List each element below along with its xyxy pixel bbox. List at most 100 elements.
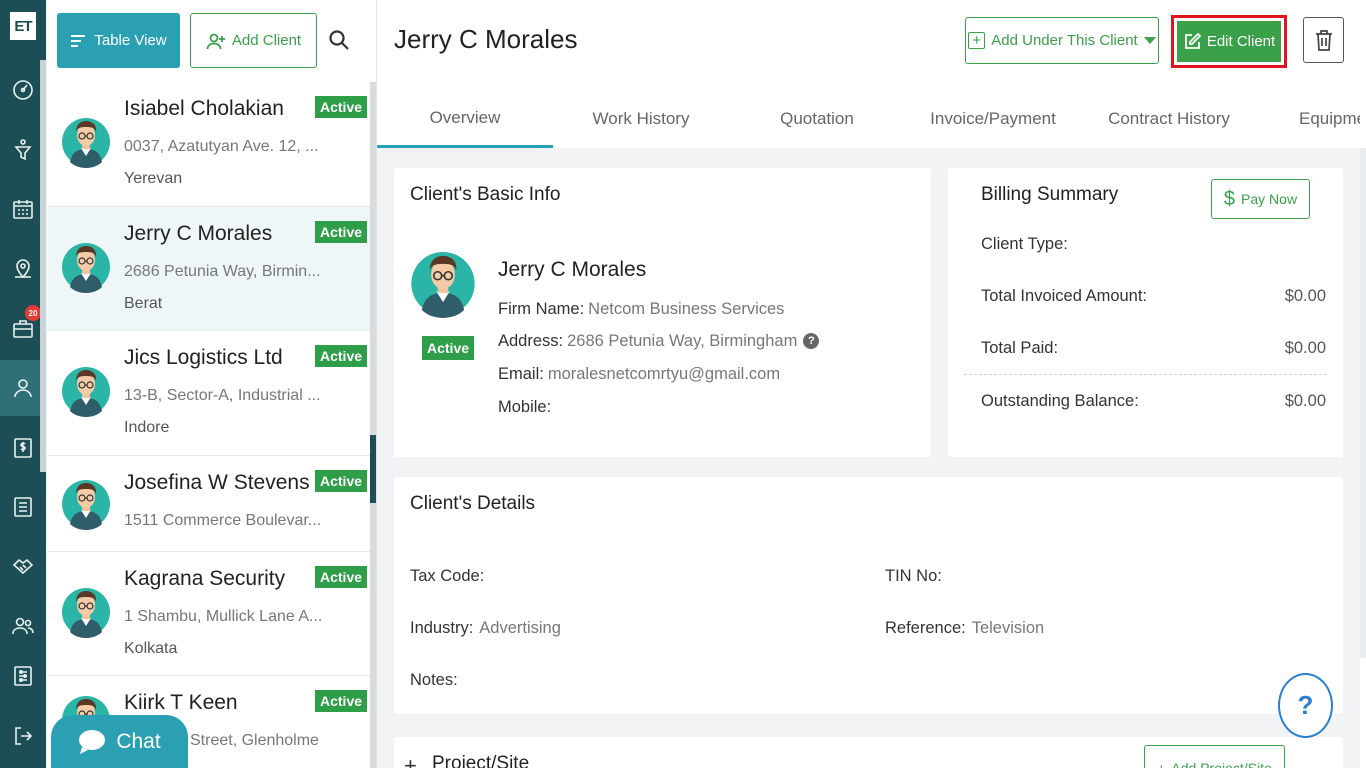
divider bbox=[964, 374, 1327, 375]
industry-value: Advertising bbox=[479, 619, 561, 637]
client-list-item[interactable]: Jics Logistics Ltd 13-B, Sector-A, Indus… bbox=[47, 331, 370, 456]
total-paid-label: Total Paid: bbox=[981, 339, 1059, 357]
help-button[interactable]: ? bbox=[1278, 673, 1333, 738]
total-invoiced-row: Total Invoiced Amount: $0.00 bbox=[981, 287, 1326, 306]
add-client-label: Add Client bbox=[231, 32, 302, 49]
outstanding-balance-row: Outstanding Balance: $0.00 bbox=[981, 392, 1326, 411]
team-nav[interactable] bbox=[0, 598, 46, 654]
map-pin-icon bbox=[15, 259, 31, 279]
add-user-icon bbox=[206, 33, 225, 49]
reference-label: Reference: bbox=[885, 619, 966, 637]
tab-invoice-payment[interactable]: Invoice/Payment bbox=[905, 90, 1081, 148]
billing-summary-card: Billing Summary $ Pay Now Client Type: T… bbox=[948, 168, 1343, 457]
mobile-row: Mobile: bbox=[498, 398, 555, 417]
add-under-client-button[interactable]: + Add Under This Client bbox=[965, 17, 1159, 64]
caret-down-icon bbox=[1143, 37, 1156, 44]
contracts-nav[interactable] bbox=[0, 538, 46, 594]
logout-icon bbox=[15, 727, 33, 745]
delete-button[interactable] bbox=[1303, 17, 1344, 63]
edit-client-button[interactable]: Edit Client bbox=[1177, 21, 1281, 62]
client-list-item[interactable]: Josefina W Stevens 1511 Commerce Bouleva… bbox=[47, 455, 370, 552]
tin-row: TIN No: bbox=[885, 567, 948, 586]
page-scroll-thumb[interactable] bbox=[1360, 148, 1366, 658]
tab-overview[interactable]: Overview bbox=[377, 90, 553, 148]
avatar bbox=[62, 587, 110, 638]
chat-bubble-icon bbox=[79, 729, 106, 754]
tin-label: TIN No: bbox=[885, 567, 942, 585]
edit-client-label: Edit Client bbox=[1206, 33, 1276, 50]
client-name: Kagrana Security bbox=[124, 566, 286, 590]
avatar bbox=[62, 479, 110, 530]
table-view-button[interactable]: Table View bbox=[57, 13, 180, 68]
billing-summary-title: Billing Summary bbox=[981, 184, 1119, 205]
tab-equipment[interactable]: Equipme bbox=[1257, 90, 1366, 148]
user-icon bbox=[14, 379, 32, 398]
pay-now-button[interactable]: $ Pay Now bbox=[1211, 179, 1310, 219]
avatar bbox=[411, 251, 475, 318]
client-city: Yerevan bbox=[124, 170, 183, 187]
logout-nav[interactable] bbox=[0, 708, 46, 764]
calendar-icon bbox=[13, 200, 33, 219]
status-badge: Active bbox=[315, 220, 368, 243]
email-row: Email: moralesnetcomrtyu@gmail.com bbox=[498, 365, 780, 384]
client-list-item[interactable]: Jerry C Morales 2686 Petunia Way, Birmin… bbox=[47, 206, 370, 331]
status-badge: Active bbox=[315, 96, 368, 118]
email-value[interactable]: moralesnetcomrtyu@gmail.com bbox=[548, 365, 780, 383]
client-type-label: Client Type: bbox=[981, 235, 1068, 253]
client-list-item[interactable]: Isiabel Cholakian 0037, Azatutyan Ave. 1… bbox=[47, 82, 370, 207]
app-logo[interactable]: ET bbox=[10, 12, 36, 40]
page-scrollbar[interactable] bbox=[1360, 0, 1366, 768]
client-list-scrollbar[interactable] bbox=[370, 82, 376, 768]
basic-info-title: Client's Basic Info bbox=[410, 184, 561, 205]
status-badge: Active bbox=[422, 336, 475, 360]
dollar-document-icon bbox=[14, 438, 32, 458]
client-address: 2686 Petunia Way, Birmin... bbox=[124, 262, 321, 280]
notes-label: Notes: bbox=[410, 671, 458, 689]
client-list-item[interactable]: Kagrana Security 1 Shambu, Mullick Lane … bbox=[47, 551, 370, 676]
address-label: Address: bbox=[498, 332, 564, 350]
firm-name-value: Netcom Business Services bbox=[588, 300, 785, 318]
status-badge: Active bbox=[315, 565, 368, 588]
search-button[interactable] bbox=[325, 26, 353, 54]
tab-work-history[interactable]: Work History bbox=[553, 90, 729, 148]
tax-code-row: Tax Code: bbox=[410, 567, 490, 586]
rail-scrollbar[interactable] bbox=[40, 60, 46, 472]
users-icon bbox=[12, 617, 34, 635]
checklist-nav[interactable] bbox=[0, 479, 46, 535]
client-city: Kolkata bbox=[124, 639, 178, 657]
detail-tabs: Overview Work History Quotation Invoice/… bbox=[377, 90, 1366, 148]
client-name: Jerry C Morales bbox=[124, 221, 273, 245]
add-project-site-button[interactable]: + Add Project/Site bbox=[1144, 745, 1285, 768]
notes-row: Notes: bbox=[410, 671, 464, 690]
project-site-title[interactable]: Project/Site bbox=[432, 753, 529, 768]
chat-button[interactable]: Chat bbox=[51, 715, 188, 768]
tax-code-label: Tax Code: bbox=[410, 567, 485, 585]
client-list-panel: Table View Add Client Isiabel Cholakian … bbox=[47, 0, 377, 768]
client-name: Jerry C Morales bbox=[498, 258, 647, 281]
total-paid-value: $0.00 bbox=[1284, 339, 1326, 357]
industry-label: Industry: bbox=[410, 619, 474, 637]
checklist-icon bbox=[14, 497, 32, 517]
firm-name-label: Firm Name: bbox=[498, 300, 585, 318]
client-name: Josefina W Stevens bbox=[124, 470, 310, 494]
client-name: Jics Logistics Ltd bbox=[124, 346, 283, 369]
question-circle-icon[interactable]: ? bbox=[803, 333, 820, 349]
table-view-label: Table View bbox=[94, 32, 167, 49]
add-project-site-label: Add Project/Site bbox=[1171, 760, 1272, 768]
add-client-button[interactable]: Add Client bbox=[190, 13, 317, 68]
industry-row: Industry: Advertising bbox=[410, 619, 561, 638]
list-lines-icon bbox=[71, 34, 86, 47]
tab-contract-history[interactable]: Contract History bbox=[1081, 90, 1257, 148]
settings-nav[interactable] bbox=[0, 648, 46, 704]
nav-rail: ET 20 bbox=[0, 0, 46, 768]
trash-icon bbox=[1315, 30, 1332, 51]
expand-plus-icon[interactable]: + bbox=[404, 753, 417, 768]
client-details-card: Client's Details Tax Code: TIN No: Indus… bbox=[394, 477, 1343, 714]
handshake-icon bbox=[12, 558, 34, 575]
client-address: 1 Shambu, Mullick Lane A... bbox=[124, 607, 323, 625]
client-list-scroll-thumb[interactable] bbox=[370, 435, 376, 503]
edit-icon bbox=[1184, 32, 1201, 49]
tab-quotation[interactable]: Quotation bbox=[729, 90, 905, 148]
funnel-icon bbox=[14, 139, 32, 161]
client-type-row: Client Type: bbox=[981, 235, 1326, 254]
